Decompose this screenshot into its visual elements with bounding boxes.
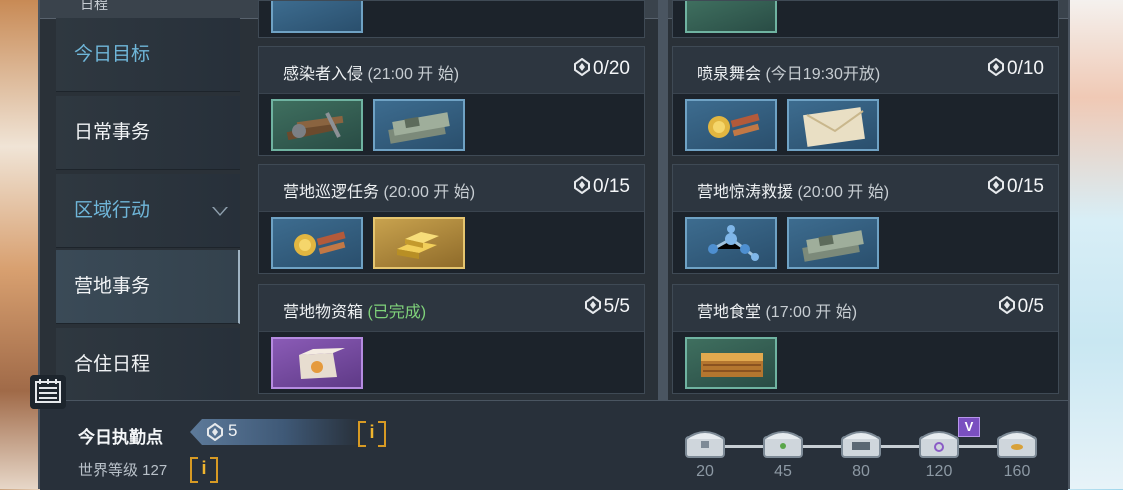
event-progress: 0/15 (1007, 176, 1044, 197)
sidebar-item-label: 合住日程 (74, 354, 151, 375)
chest-icon[interactable] (996, 425, 1038, 459)
materials-icon[interactable] (271, 99, 363, 151)
sidebar-item-area-actions[interactable]: 区域行动 (56, 174, 240, 248)
duty-point-icon (207, 423, 223, 441)
invitation-icon[interactable] (787, 99, 879, 151)
event-card-header: 感染者入侵 (21:00 开 始) 0/20 (259, 47, 644, 94)
partial-card (672, 0, 1059, 38)
duty-point-icon (584, 296, 601, 314)
background-right (1061, 0, 1123, 489)
chest-icon[interactable] (684, 425, 726, 459)
schedule-panel: 日程 今日目标 日常事务 区域行动 营地事务 合住日程 感染者入侵 (21:00… (38, 0, 1070, 490)
gold-bar-icon[interactable] (373, 217, 465, 269)
duty-points-label: 今日执勤点 (78, 428, 163, 447)
cash-icon[interactable] (787, 217, 879, 269)
event-name: 喷泉舞会 (697, 66, 762, 83)
event-card-header: 营地食堂 (17:00 开 始) 0/5 (673, 285, 1058, 332)
event-card[interactable]: 感染者入侵 (21:00 开 始) 0/20 (258, 46, 645, 156)
background-left (0, 0, 40, 489)
duty-info-button[interactable]: i (358, 419, 386, 447)
duty-point-icon (574, 58, 591, 76)
medal-icon[interactable] (685, 99, 777, 151)
panel-title: 日程 (80, 0, 108, 12)
reward-thumbnail (685, 1, 777, 33)
event-progress: 0/20 (593, 58, 630, 79)
tier-threshold: 20 (696, 463, 714, 480)
supply-box-icon[interactable] (271, 337, 363, 389)
cash-icon[interactable] (373, 99, 465, 151)
event-name: 感染者入侵 (283, 66, 364, 83)
vip-badge: V (958, 417, 980, 437)
world-level-info-button[interactable]: i (190, 455, 218, 483)
sidebar-item-label: 今日目标 (74, 44, 151, 65)
reward-thumbnail (271, 1, 363, 33)
event-progress: 5/5 (603, 296, 630, 317)
event-card-header: 营地惊涛救援 (20:00 开 始) 0/15 (673, 165, 1058, 212)
event-progress: 0/10 (1007, 58, 1044, 79)
event-name: 营地惊涛救援 (697, 184, 794, 201)
tier-threshold: 45 (774, 463, 792, 480)
duty-point-icon (988, 58, 1005, 76)
sidebar-item-label: 区域行动 (74, 200, 151, 221)
sidebar-item-label: 营地事务 (74, 276, 151, 297)
tier-threshold: 120 (925, 463, 953, 480)
event-time-hint: (17:00 开 始) (765, 304, 858, 321)
notebook-icon[interactable] (30, 375, 66, 409)
event-card[interactable]: 营地惊涛救援 (20:00 开 始) 0/15 (672, 164, 1059, 274)
event-name: 营地巡逻任务 (283, 184, 380, 201)
food-icon[interactable] (685, 337, 777, 389)
duty-point-icon (574, 176, 591, 194)
event-status-done: (已完成) (367, 304, 427, 321)
partial-card (258, 0, 645, 38)
duty-point-icon (988, 176, 1005, 194)
event-time-hint: (今日19:30开放) (765, 66, 881, 83)
world-level-label: 世界等级 127 (78, 462, 168, 479)
event-card[interactable]: 营地巡逻任务 (20:00 开 始) 0/15 (258, 164, 645, 274)
event-card-header: 营地物资箱 (已完成) 5/5 (259, 285, 644, 332)
sidebar-item-daily-affairs[interactable]: 日常事务 (56, 96, 240, 170)
event-card[interactable]: 喷泉舞会 (今日19:30开放) 0/10 (672, 46, 1059, 156)
column-divider (658, 0, 668, 400)
sidebar-item-shared-schedule[interactable]: 合住日程 (56, 328, 240, 402)
exp-chest-icon[interactable] (840, 425, 882, 459)
event-progress: 0/5 (1017, 296, 1044, 317)
event-list: 感染者入侵 (21:00 开 始) 0/20 喷泉舞会 (今日19:30开放) … (254, 0, 1062, 400)
event-card[interactable]: 营地食堂 (17:00 开 始) 0/5 (672, 284, 1059, 394)
event-time-hint: (21:00 开 始) (367, 66, 460, 83)
duty-points-bar: 今日执勤点 5 i 世界等级 127 i 20 45 80 V 120 160 (40, 400, 1068, 490)
molecule-icon[interactable] (685, 217, 777, 269)
event-card-header: 喷泉舞会 (今日19:30开放) 0/10 (673, 47, 1058, 94)
sidebar-item-camp-affairs[interactable]: 营地事务 (56, 250, 240, 324)
chest-icon[interactable] (918, 425, 960, 459)
event-progress: 0/15 (593, 176, 630, 197)
event-time-hint: (20:00 开 始) (383, 184, 476, 201)
duty-points-value: 5 (228, 421, 238, 440)
medal-icon[interactable] (271, 217, 363, 269)
chest-icon[interactable] (762, 425, 804, 459)
event-name: 营地食堂 (697, 304, 762, 321)
chevron-down-icon (212, 207, 228, 216)
event-time-hint: (20:00 开 始) (797, 184, 890, 201)
sidebar-item-today-goals[interactable]: 今日目标 (56, 18, 240, 92)
event-card-header: 营地巡逻任务 (20:00 开 始) 0/15 (259, 165, 644, 212)
event-card[interactable]: 营地物资箱 (已完成) 5/5 (258, 284, 645, 394)
reward-tiers: 20 45 80 V 120 160 (676, 417, 1046, 483)
sidebar: 今日目标 日常事务 区域行动 营地事务 合住日程 (56, 18, 240, 402)
duty-point-icon (998, 296, 1015, 314)
tier-threshold: 160 (1003, 463, 1031, 480)
sidebar-item-label: 日常事务 (74, 122, 151, 143)
tier-threshold: 80 (852, 463, 870, 480)
event-name: 营地物资箱 (283, 304, 364, 321)
